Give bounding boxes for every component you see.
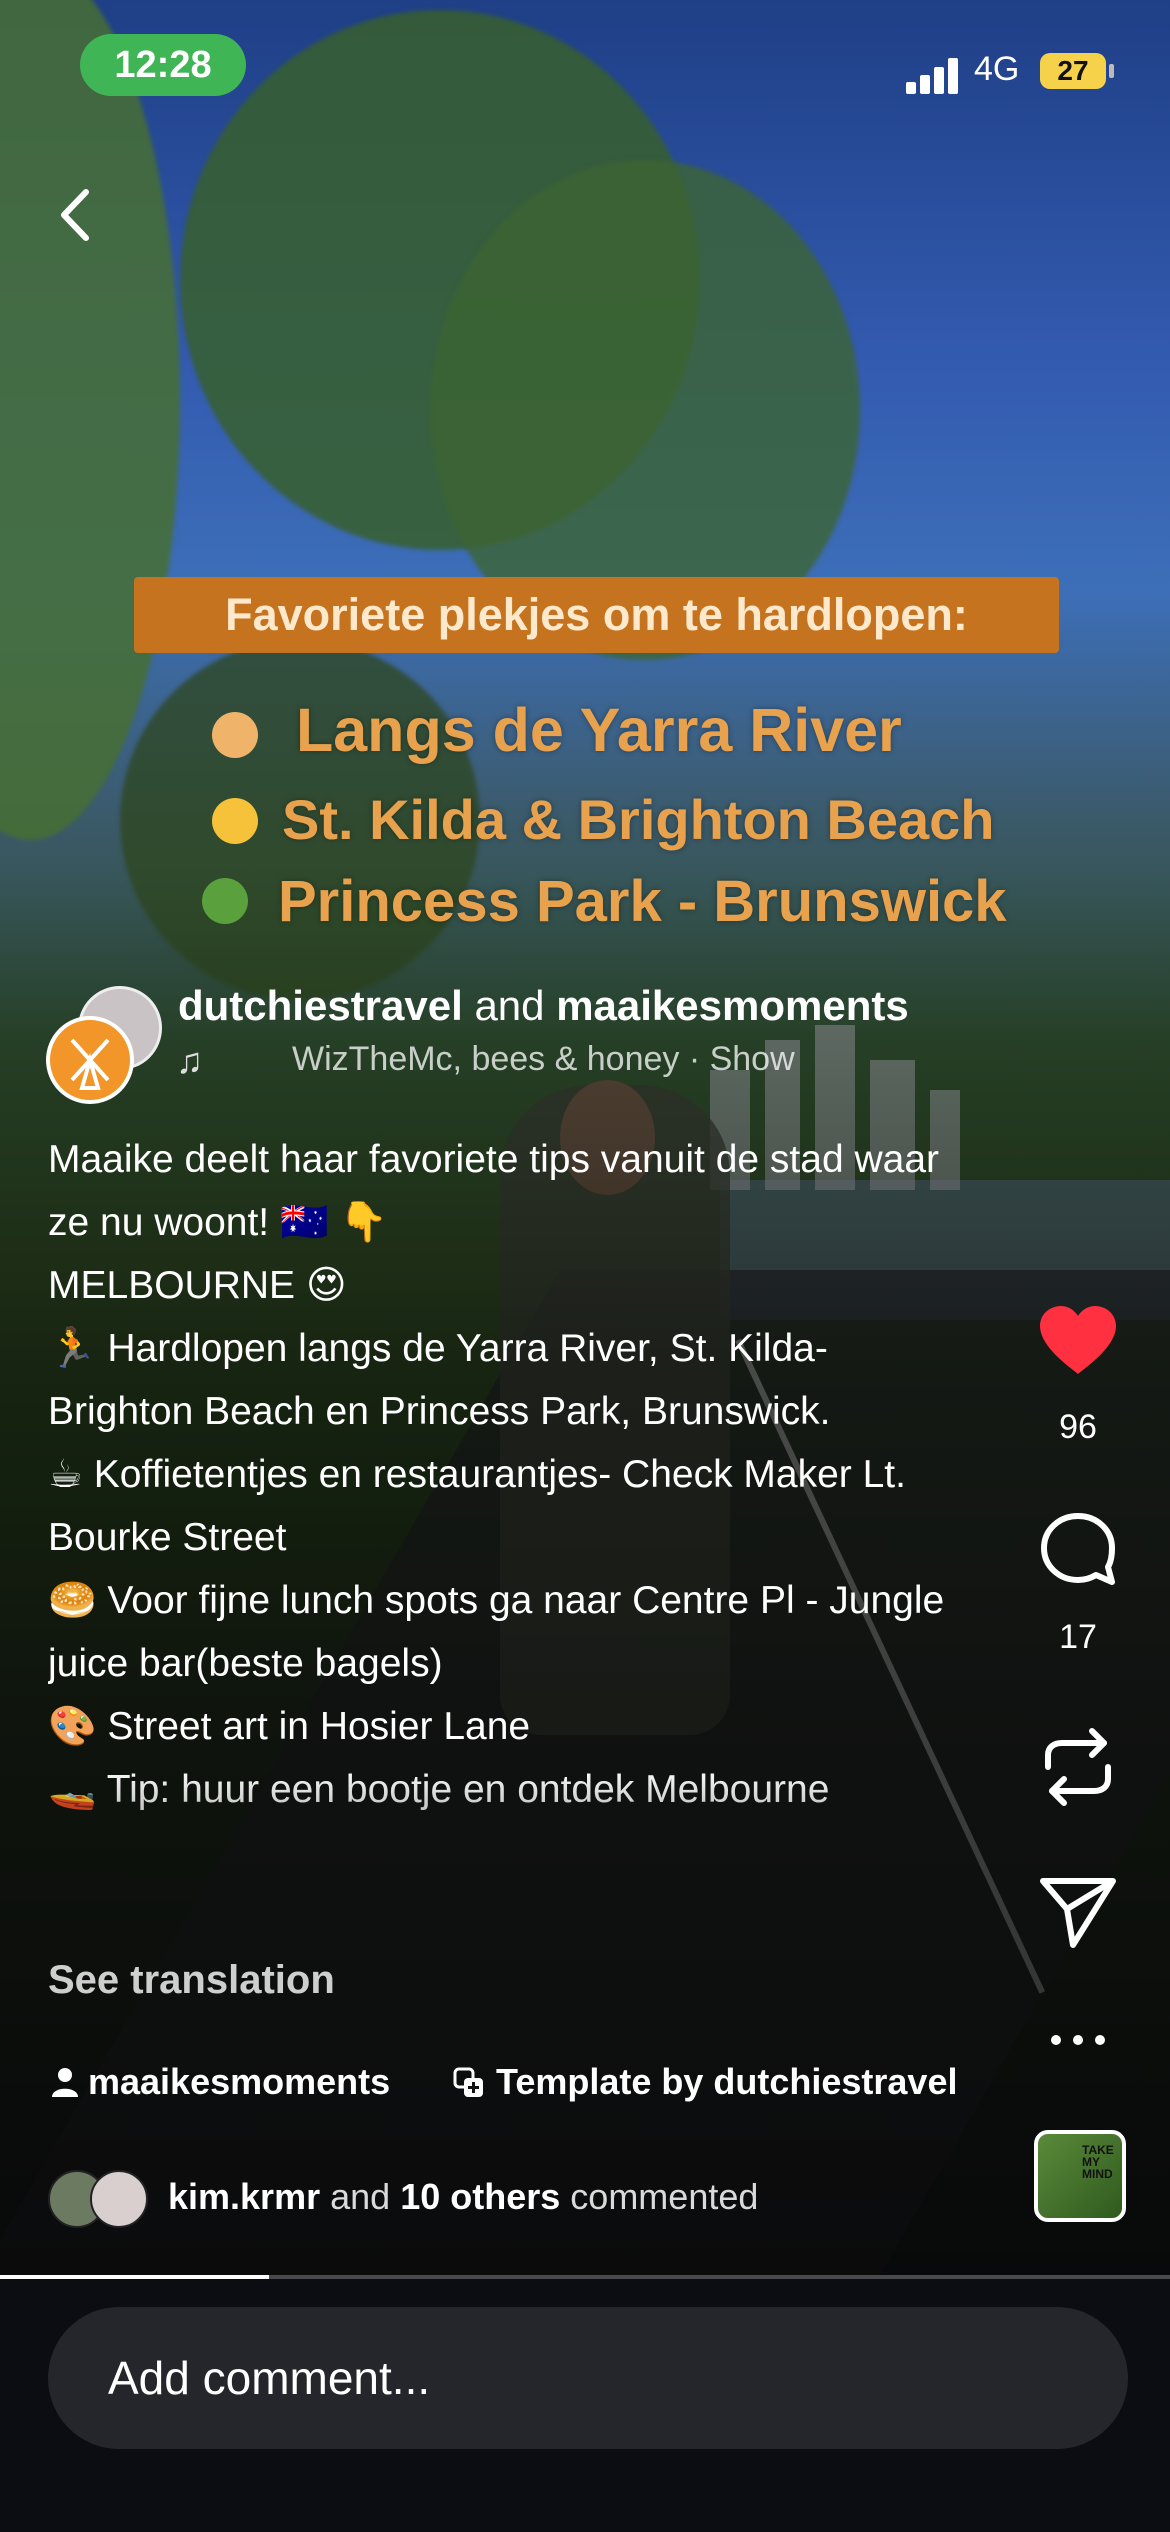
- signal-icon: [906, 56, 960, 94]
- overlay-title: Favoriete plekjes om te hardlopen:: [134, 577, 1059, 653]
- heart-icon: [1040, 1306, 1116, 1374]
- more-dots-icon: [1051, 2035, 1105, 2045]
- like-button[interactable]: [1038, 1300, 1118, 1380]
- overlay-spot: Princess Park - Brunswick: [278, 869, 1007, 934]
- author-link[interactable]: maaikesmoments: [556, 982, 909, 1029]
- back-button[interactable]: [46, 180, 106, 250]
- runner-emoji-icon: [212, 712, 258, 758]
- caption-line: ☕ Koffietentjes en restaurantjes- Check …: [48, 1453, 917, 1559]
- author-link[interactable]: dutchiestravel: [178, 982, 463, 1029]
- like-count: 96: [1059, 1408, 1097, 1446]
- audio-album-art[interactable]: TAKE MY MIND: [1034, 2130, 1126, 2222]
- post-caption[interactable]: Maaike deelt haar favoriete tips vanuit …: [48, 1128, 968, 1908]
- authors-joiner: and: [474, 982, 545, 1029]
- more-options-button[interactable]: [1038, 2020, 1118, 2060]
- comment-button[interactable]: [1038, 1510, 1118, 1590]
- commenter-others: 10 others: [400, 2176, 561, 2217]
- battery-icon: 27: [1040, 53, 1106, 89]
- album-art-text: TAKE MY MIND: [1082, 2143, 1114, 2181]
- windmill-logo-icon: [70, 1038, 110, 1090]
- person-icon: [52, 2068, 78, 2097]
- comment-input[interactable]: [48, 2307, 1128, 2449]
- status-time: 12:28: [80, 34, 246, 96]
- caption-line: 🥯 Voor fijne lunch spots ga naar Centre …: [48, 1579, 956, 1685]
- avatar[interactable]: [46, 1016, 134, 1104]
- tagged-user[interactable]: maaikesmoments: [50, 2061, 390, 2103]
- caption-line: 🚤 Tip: huur een bootje en ontdek Melbour…: [48, 1768, 830, 1811]
- template-icon: [453, 2067, 483, 2097]
- caption-line: 🎨 Street art in Hosier Lane: [48, 1705, 531, 1748]
- comment-count: 17: [1059, 1618, 1097, 1656]
- comment-bubble-icon: [1041, 1513, 1115, 1585]
- caption-line: MELBOURNE 😍: [48, 1264, 347, 1307]
- share-button[interactable]: [1038, 1872, 1118, 1952]
- commenter-user: kim.krmr: [168, 2176, 321, 2217]
- tagged-user-label: maaikesmoments: [88, 2061, 391, 2102]
- tree-emoji-icon: [202, 878, 248, 924]
- music-label[interactable]: WizTheMc, bees & honey · Show: [292, 1040, 822, 1079]
- caption-line: 🏃 Hardlopen langs de Yarra River, St. Ki…: [48, 1327, 831, 1433]
- overlay-spot: Langs de Yarra River: [296, 696, 902, 764]
- sun-emoji-icon: [212, 798, 258, 844]
- repost-button[interactable]: [1038, 1725, 1118, 1809]
- template-link[interactable]: Template by dutchiestravel: [452, 2061, 972, 2103]
- post-authors: dutchiestravel and maaikesmoments: [178, 982, 909, 1030]
- comment-summary[interactable]: kim.krmr and 10 others commented: [168, 2176, 758, 2218]
- bottom-bar: [0, 2279, 1170, 2532]
- comment-summary-suffix: commented: [570, 2176, 759, 2217]
- network-type: 4G: [974, 50, 1020, 88]
- overlay-spot: St. Kilda & Brighton Beach: [282, 788, 995, 851]
- chevron-left-icon: [61, 189, 89, 241]
- caption-line: Maaike deelt haar favoriete tips vanuit …: [48, 1138, 950, 1244]
- battery-cap: [1109, 64, 1114, 78]
- avatar: [90, 2170, 148, 2228]
- send-icon: [1040, 1878, 1116, 1948]
- comment-summary-joiner: and: [330, 2176, 391, 2217]
- music-note-icon: ♫: [176, 1040, 203, 1081]
- template-label: Template by dutchiestravel: [496, 2061, 958, 2102]
- see-translation-link[interactable]: See translation: [48, 1958, 335, 2003]
- repost-icon: [1045, 1728, 1111, 1806]
